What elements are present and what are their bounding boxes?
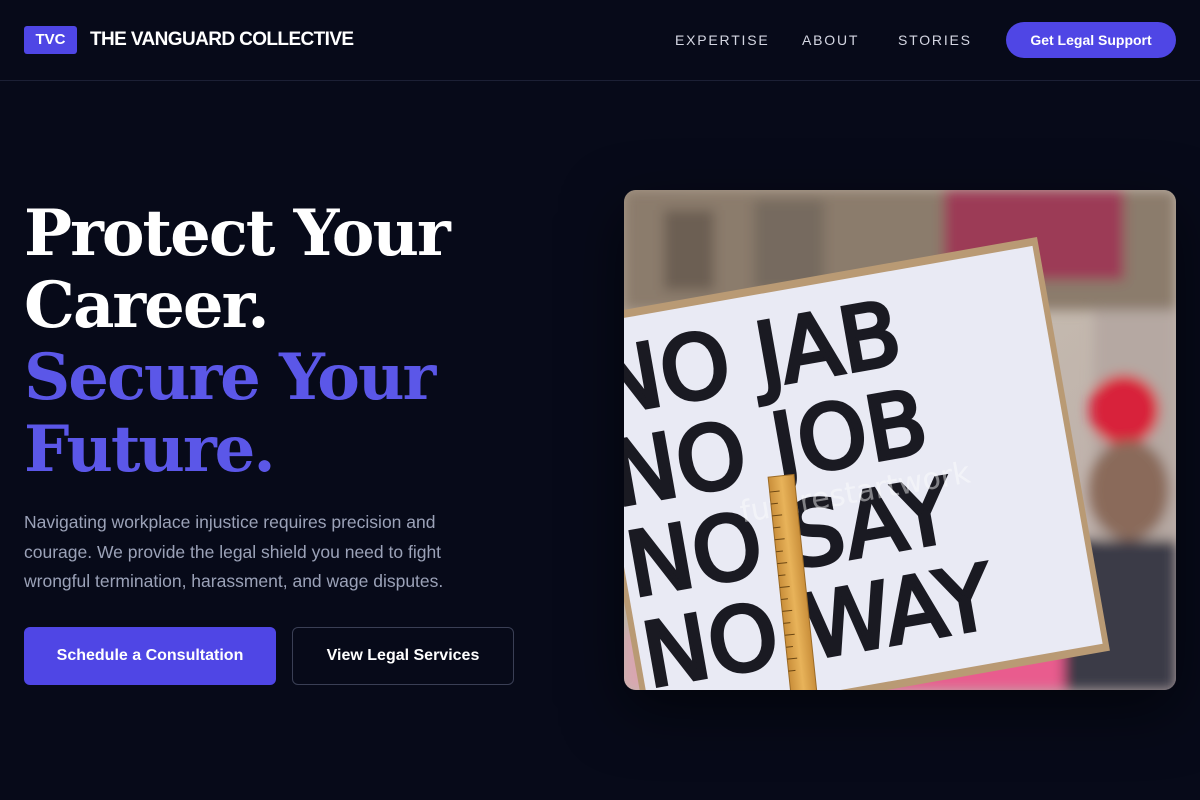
landing-page: TVC THE VANGUARD COLLECTIVE EXPERTISE AB… — [0, 0, 1200, 800]
headline-line-2: Career. — [24, 268, 270, 343]
headline-accent-line-2: Future. — [24, 412, 276, 487]
view-legal-services-button[interactable]: View Legal Services — [292, 627, 514, 685]
headline-line-1: Protect Your — [24, 196, 451, 271]
schedule-consultation-button[interactable]: Schedule a Consultation — [24, 627, 276, 685]
top-navigation: TVC THE VANGUARD COLLECTIVE EXPERTISE AB… — [0, 0, 1200, 81]
get-legal-support-button[interactable]: Get Legal Support — [1006, 22, 1176, 58]
brand-name[interactable]: THE VANGUARD COLLECTIVE — [90, 29, 354, 51]
nav-link-stories[interactable]: STORIES — [898, 31, 972, 49]
nav-link-about[interactable]: ABOUT — [802, 31, 859, 49]
brand-logo-badge[interactable]: TVC — [24, 26, 77, 54]
hero-description: Navigating workplace injustice requires … — [24, 512, 444, 591]
hero-headline: Protect Your Career. Secure Your Future. — [24, 198, 584, 486]
headline-accent-line-1: Secure Your — [24, 340, 436, 415]
nav-link-expertise[interactable]: EXPERTISE — [675, 31, 770, 49]
hero-image-protest-sign: NO JAB NO JOB NO SAY NO WAY futurestartw… — [624, 190, 1176, 690]
